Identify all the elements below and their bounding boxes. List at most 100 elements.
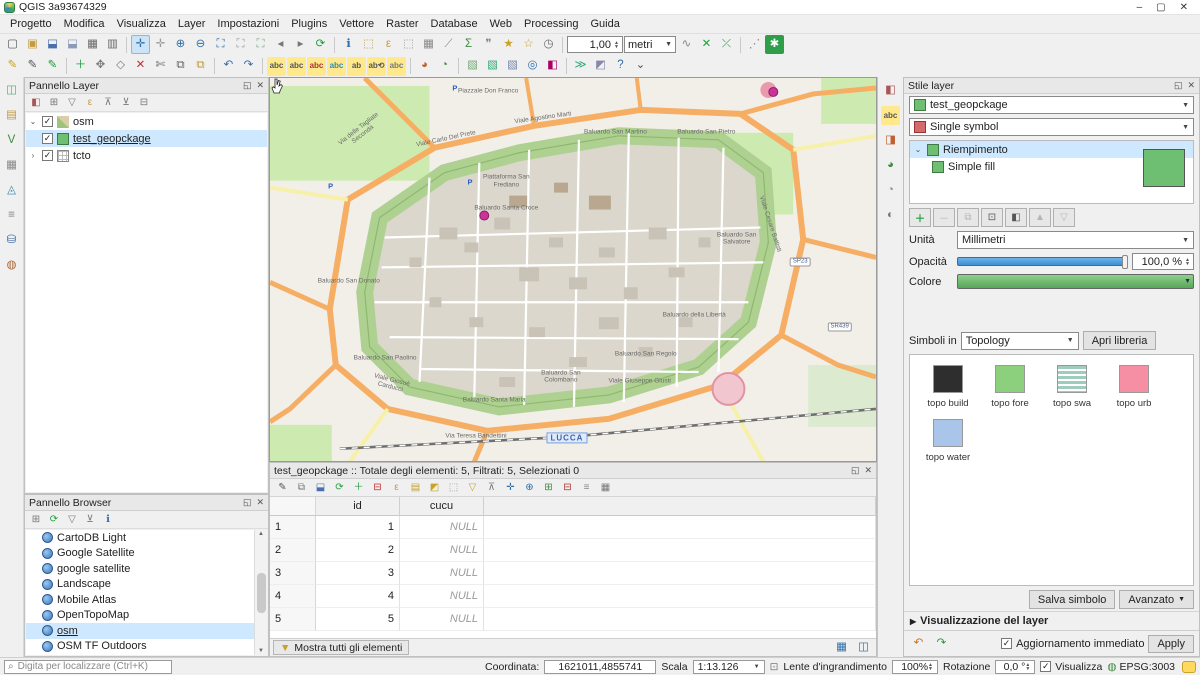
scroll-up-icon[interactable]: ▲ xyxy=(258,531,264,537)
table-row[interactable]: 22NULL xyxy=(270,539,876,562)
filter-legend-icon[interactable]: ▽ xyxy=(64,95,80,111)
attr-move-selection-top-icon[interactable]: ⊼ xyxy=(483,480,500,496)
menu-guida[interactable]: Guida xyxy=(584,16,625,32)
symbol-topo-build[interactable]: topo build xyxy=(922,365,974,409)
expander-icon[interactable]: ⌄ xyxy=(28,117,38,126)
browser-scrollbar[interactable]: ▲ ▼ xyxy=(254,530,267,655)
cell-id[interactable]: 1 xyxy=(316,516,400,539)
close-panel-icon[interactable]: ✕ xyxy=(256,497,264,508)
attr-delete-field-icon[interactable]: ⊟ xyxy=(559,480,576,496)
save-symbol-button[interactable]: Salva simbolo xyxy=(1029,590,1115,609)
zoom-last-icon[interactable]: ◂ xyxy=(271,35,290,54)
float-panel-icon[interactable]: ◱ xyxy=(243,80,252,91)
save-project-as-icon[interactable]: ⬓ xyxy=(63,35,82,54)
browser-item-google-satellite[interactable]: google satellite xyxy=(26,561,254,577)
menu-processing[interactable]: Processing xyxy=(518,16,584,32)
cell-cucu[interactable]: NULL xyxy=(400,539,484,562)
layer-item-test_geopckage[interactable]: ✓test_geopckage xyxy=(26,130,267,147)
zoom-out-icon[interactable]: ⊖ xyxy=(191,35,210,54)
arrow-more-icon[interactable]: ⌄ xyxy=(631,57,650,76)
row-number[interactable]: 5 xyxy=(270,608,316,631)
label-change-icon[interactable]: abc xyxy=(387,57,406,76)
expander-icon[interactable]: › xyxy=(28,151,38,160)
symbol-topo-water[interactable]: topo water xyxy=(922,419,974,463)
browser-item-opentopomap[interactable]: OpenTopoMap xyxy=(26,608,254,624)
browser-item-mobile-atlas[interactable]: Mobile Atlas xyxy=(26,592,254,608)
row-number[interactable]: 4 xyxy=(270,585,316,608)
style-layer-combo[interactable]: test_geopckage ▼ xyxy=(909,96,1194,114)
redo-style-icon[interactable]: ↷ xyxy=(932,634,951,653)
layer-visibility-checkbox[interactable]: ✓ xyxy=(42,116,53,127)
show-bookmarks-icon[interactable]: ☆ xyxy=(519,35,538,54)
magnifier-spinbox[interactable]: 100% ▲▼ xyxy=(892,660,938,674)
zoom-to-layer-icon[interactable]: ⛶ xyxy=(251,35,270,54)
layer-styling-panel-icon[interactable]: ◧ xyxy=(881,81,900,100)
menu-layer[interactable]: Layer xyxy=(172,16,212,32)
layer-item-tcto[interactable]: ›✓tcto xyxy=(26,147,267,164)
add-raster-layer-icon[interactable]: ▦ xyxy=(2,156,21,175)
attr-field-calculator-icon[interactable]: ≡ xyxy=(578,480,595,496)
new-virtual-layer-icon[interactable]: ▧ xyxy=(503,57,522,76)
layer-diagram-icon[interactable]: ◕ xyxy=(415,57,434,76)
form-view-icon[interactable]: ◫ xyxy=(854,638,873,657)
style-manager-icon[interactable]: ◧ xyxy=(543,57,562,76)
layer-item-osm[interactable]: ⌄✓osm xyxy=(26,113,267,130)
symbol-up-icon[interactable]: ▲ xyxy=(1029,208,1051,227)
map-canvas[interactable]: Piazzale Don FrancoViale Agostino MartiB… xyxy=(269,77,877,462)
menu-raster[interactable]: Raster xyxy=(380,16,424,32)
data-source-manager-icon[interactable]: ▤ xyxy=(2,106,21,125)
symbol-duplicate-icon[interactable]: ⧉ xyxy=(957,208,979,227)
delete-selected-icon[interactable]: ✕ xyxy=(131,57,150,76)
layer-visibility-checkbox[interactable]: ✓ xyxy=(42,133,53,144)
paste-features-icon[interactable]: ⧉ xyxy=(191,57,210,76)
select-features-icon[interactable]: ⬚ xyxy=(359,35,378,54)
add-wms-layer-icon[interactable]: ◍ xyxy=(2,256,21,275)
scrollbar-thumb[interactable] xyxy=(257,573,266,613)
browser-properties-icon[interactable]: ℹ xyxy=(100,512,116,528)
open-attribute-table-icon[interactable]: ▦ xyxy=(419,35,438,54)
unit-combo[interactable]: Millimetri ▼ xyxy=(957,231,1194,249)
column-header-id[interactable]: id xyxy=(316,497,400,516)
minimize-button[interactable]: – xyxy=(1137,2,1143,13)
cell-cucu[interactable]: NULL xyxy=(400,562,484,585)
table-row[interactable]: 44NULL xyxy=(270,585,876,608)
browser-collapse-icon[interactable]: ⊻ xyxy=(82,512,98,528)
spin-arrows-icon[interactable]: ▲▼ xyxy=(928,663,933,671)
color-button[interactable]: ▼ xyxy=(957,274,1194,289)
label-highlight-icon[interactable]: abc xyxy=(327,57,346,76)
add-vector-layer-icon[interactable]: V xyxy=(2,131,21,150)
symbol-topo-swa[interactable]: topo swa xyxy=(1046,365,1098,409)
add-postgis-layer-icon[interactable]: ⛁ xyxy=(2,231,21,250)
table-row[interactable]: 33NULL xyxy=(270,562,876,585)
symbol-topo-urb[interactable]: topo urb xyxy=(1108,365,1160,409)
attr-zoom-to-selection-icon[interactable]: ⊕ xyxy=(521,480,538,496)
menu-vettore[interactable]: Vettore xyxy=(333,16,380,32)
spin-arrows-icon[interactable]: ▲▼ xyxy=(614,41,619,49)
redo-icon[interactable]: ↷ xyxy=(239,57,258,76)
open-layer-styling-icon[interactable]: ◧ xyxy=(28,95,44,111)
cell-id[interactable]: 3 xyxy=(316,562,400,585)
new-geopackage-icon[interactable]: ▧ xyxy=(483,57,502,76)
new-project-icon[interactable]: ▢ xyxy=(3,35,22,54)
undo-style-icon[interactable]: ↶ xyxy=(909,634,928,653)
filter-expression-icon[interactable]: ε xyxy=(82,95,98,111)
toggle-editing-icon[interactable]: ✎ xyxy=(23,57,42,76)
spin-arrows-icon[interactable]: ▲▼ xyxy=(1025,663,1030,671)
remove-layer-icon[interactable]: ⊟ xyxy=(136,95,152,111)
table-view-icon[interactable]: ▦ xyxy=(832,638,851,657)
opacity-slider[interactable] xyxy=(957,254,1128,270)
attr-deselect-icon[interactable]: ⬚ xyxy=(445,480,462,496)
zoom-full-icon[interactable]: ⛶ xyxy=(211,35,230,54)
new-bookmark-icon[interactable]: ★ xyxy=(499,35,518,54)
browser-panel-icon[interactable]: ◫ xyxy=(2,81,21,100)
attr-delete-feature-icon[interactable]: ⊟ xyxy=(369,480,386,496)
row-number[interactable]: 3 xyxy=(270,562,316,585)
transparency-icon[interactable]: ◐ xyxy=(881,206,900,225)
plugin-manager-icon[interactable]: ◩ xyxy=(591,57,610,76)
close-panel-icon[interactable]: ✕ xyxy=(256,80,264,91)
symbol-topo-fore[interactable]: topo fore xyxy=(984,365,1036,409)
add-feature-icon[interactable]: ＋ xyxy=(71,57,90,76)
snapping-icon[interactable]: ∿ xyxy=(677,35,696,54)
close-panel-icon[interactable]: ✕ xyxy=(864,465,872,476)
symbol-type-combo[interactable]: Single symbol ▼ xyxy=(909,118,1194,136)
